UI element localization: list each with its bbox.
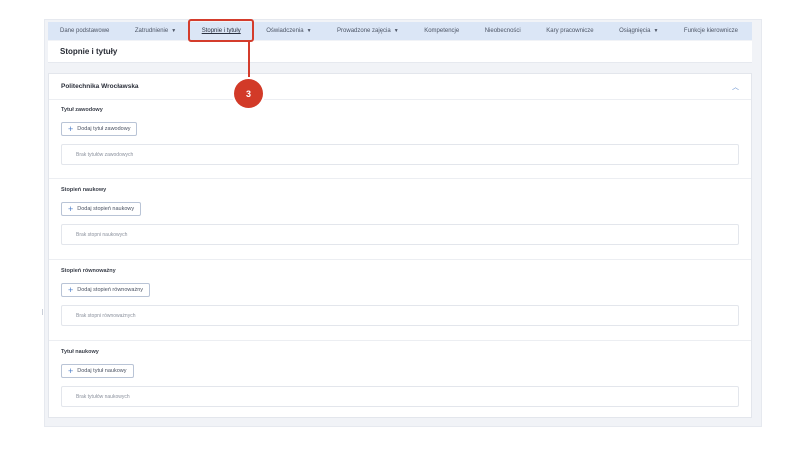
empty-text: Brak stopni równoważnych	[76, 312, 136, 319]
nav-tab-kary-pracownicze[interactable]: Kary pracownicze	[546, 28, 593, 34]
step-number: 3	[245, 88, 251, 99]
button-label: Dodaj stopień równoważny	[77, 287, 143, 293]
section-title-tytul-zawodowy: Tytuł zawodowy	[61, 107, 103, 113]
add-tytul-zawodowy-button[interactable]: + Dodaj tytuł zawodowy	[61, 122, 138, 136]
caret-down-icon: ▼	[653, 27, 659, 34]
section-divider	[49, 259, 751, 260]
empty-text: Brak stopni naukowych	[76, 231, 128, 238]
nav-tab-osiagniecia[interactable]: Osiągnięcia ▼	[619, 28, 658, 34]
nav-tab-label: Prowadzone zajęcia	[337, 28, 391, 34]
nav-tab-label: Kompetencje	[424, 28, 460, 34]
nav-tab-dane-podstawowe[interactable]: Dane podstawowe	[60, 28, 109, 34]
step-number-badge: 3	[234, 79, 263, 108]
plus-icon: +	[68, 123, 74, 134]
section-divider	[49, 340, 751, 341]
empty-stopien-rownowazny: Brak stopni równoważnych	[61, 305, 739, 326]
page-title-bar: Stopnie i tytuły	[48, 41, 752, 63]
add-stopien-naukowy-button[interactable]: + Dodaj stopień naukowy	[61, 202, 142, 216]
chevron-up-icon[interactable]: ︿	[732, 82, 739, 92]
nav-tab-nieobecnosci[interactable]: Nieobecności	[485, 28, 521, 34]
plus-icon: +	[68, 284, 74, 295]
empty-text: Brak tytułów naukowych	[76, 393, 130, 400]
nav-tab-kompetencje[interactable]: Kompetencje	[424, 28, 459, 34]
nav-tab-label: Zatrudnienie	[134, 28, 169, 34]
section-title-stopien-naukowy: Stopień naukowy	[61, 187, 107, 193]
add-tytul-naukowy-button[interactable]: + Dodaj tytuł naukowy	[61, 364, 134, 378]
empty-text: Brak tytułów zawodowych	[76, 151, 134, 158]
section-title-stopien-rownowazny: Stopień równoważny	[61, 268, 116, 274]
nav-tab-zatrudnienie[interactable]: Zatrudnienie ▼	[135, 28, 176, 34]
nav-tab-label: Nieobecności	[484, 28, 521, 34]
section-title-tytul-naukowy: Tytuł naukowy	[61, 349, 99, 355]
caret-down-icon: ▼	[306, 27, 312, 34]
button-label: Dodaj stopień naukowy	[77, 206, 135, 212]
page-title: Stopnie i tytuły	[60, 47, 118, 56]
button-label: Dodaj tytuł naukowy	[77, 368, 127, 374]
add-stopien-rownowazny-button[interactable]: + Dodaj stopień równoważny	[61, 283, 150, 297]
nav-tab-label: Dane podstawowe	[60, 28, 110, 34]
plus-icon: +	[68, 365, 74, 376]
nav-tab-label: Osiągnięcia	[619, 28, 651, 34]
section-divider	[49, 178, 751, 179]
button-label: Dodaj tytuł zawodowy	[77, 126, 131, 132]
top-nav: Dane podstawowe Zatrudnienie ▼ Stopnie i …	[48, 22, 752, 40]
empty-stopien-naukowy: Brak stopni naukowych	[61, 224, 739, 245]
nav-tab-label: Funkcje kierownicze	[683, 28, 738, 34]
organization-header[interactable]: Politechnika Wrocławska ︿	[49, 74, 751, 100]
nav-tab-funkcje-kierownicze[interactable]: Funkcje kierownicze	[684, 28, 738, 34]
nav-tab-prowadzone-zajecia[interactable]: Prowadzone zajęcia ▼	[337, 28, 399, 34]
nav-tab-label: Oświadczenia	[266, 28, 304, 34]
scrollbar-marker	[42, 309, 43, 315]
callout-line	[248, 41, 250, 77]
plus-icon: +	[68, 203, 74, 214]
nav-tab-label: Kary pracownicze	[546, 28, 594, 34]
caret-down-icon: ▼	[393, 27, 399, 34]
organization-name: Politechnika Wrocławska	[61, 83, 139, 90]
organization-card: Politechnika Wrocławska ︿ Tytuł zawodowy…	[48, 73, 752, 418]
empty-tytul-naukowy: Brak tytułów naukowych	[61, 386, 739, 407]
empty-tytul-zawodowy: Brak tytułów zawodowych	[61, 144, 739, 165]
highlight-box	[188, 19, 254, 42]
nav-tab-oswiadczenia[interactable]: Oświadczenia ▼	[266, 28, 311, 34]
caret-down-icon: ▼	[171, 27, 177, 34]
